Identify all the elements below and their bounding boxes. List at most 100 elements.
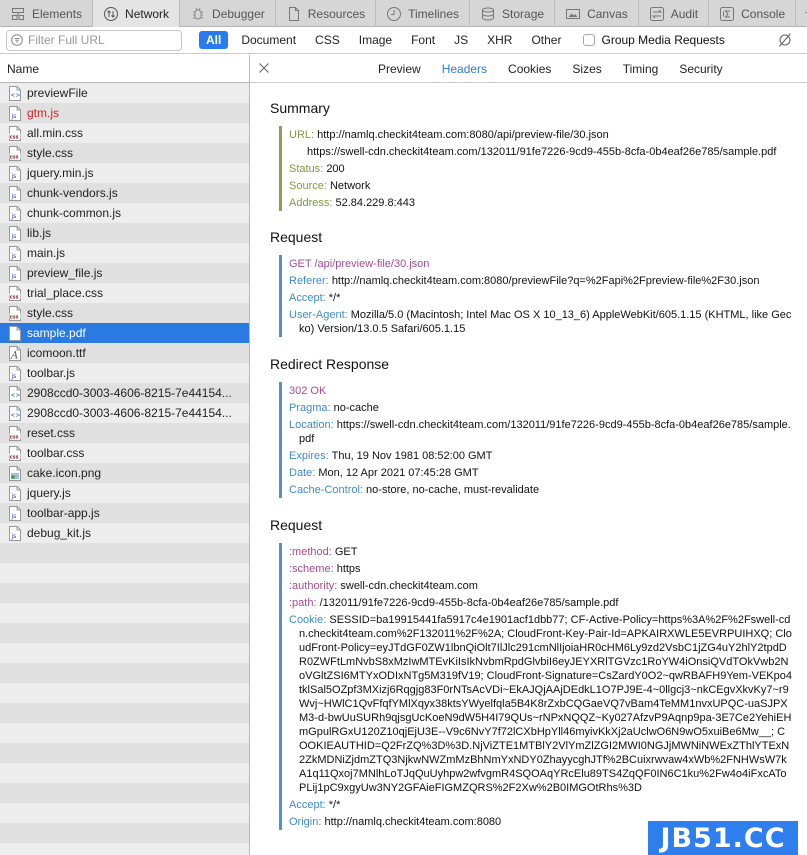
svg-text:css: css xyxy=(10,314,19,320)
svg-text:js: js xyxy=(11,273,17,280)
header-value[interactable]: http://namlq.checkit4team.com:8080/previ… xyxy=(332,275,760,287)
tab-headers[interactable]: Headers xyxy=(442,62,487,76)
tab-sizes[interactable]: Sizes xyxy=(572,62,601,76)
js-file-icon: js xyxy=(9,505,21,521)
tab-network[interactable]: Network xyxy=(93,0,181,27)
filter-type-font[interactable]: Font xyxy=(411,31,435,49)
header-value[interactable]: */* xyxy=(329,799,341,811)
group-media-checkbox[interactable] xyxy=(583,34,596,46)
tab-security[interactable]: Security xyxy=(679,62,722,76)
header-value[interactable]: GET xyxy=(335,546,358,558)
request-row[interactable]: css all.min.css xyxy=(0,123,249,143)
tab-label: Audit xyxy=(670,6,699,21)
request-row[interactable]: css toolbar.css xyxy=(0,443,249,463)
header-value[interactable]: http://namlq.checkit4team.com:8080 xyxy=(324,816,501,828)
filter-url-input[interactable] xyxy=(28,33,178,47)
request-row[interactable]: css reset.css xyxy=(0,423,249,443)
filter-type-xhr[interactable]: XHR xyxy=(487,31,512,49)
header-value[interactable]: Thu, 19 Nov 1981 08:52:00 GMT xyxy=(332,450,493,462)
summary-redirect-url[interactable]: https://swell-cdn.checkit4team.com/13201… xyxy=(289,143,793,160)
request-row[interactable]: cake.icon.png xyxy=(0,463,249,483)
request-row[interactable]: js jquery.js xyxy=(0,483,249,503)
tab-cookies[interactable]: Cookies xyxy=(508,62,551,76)
header-value[interactable]: swell-cdn.checkit4team.com xyxy=(340,580,478,592)
header-value[interactable]: Mozilla/5.0 (Macintosh; Intel Mac OS X 1… xyxy=(299,309,791,335)
clear-log-icon[interactable] xyxy=(777,32,793,48)
header-value[interactable]: Mon, 12 Apr 2021 07:45:28 GMT xyxy=(318,467,478,479)
tab-timing[interactable]: Timing xyxy=(623,62,659,76)
request-row[interactable]: <> previewFile xyxy=(0,83,249,103)
header-value[interactable]: no-cache xyxy=(334,402,379,414)
name-column-header[interactable]: Name xyxy=(0,55,249,83)
devtools-tab-bar: Elements Network Debugger Resources Time… xyxy=(0,0,807,27)
close-icon[interactable] xyxy=(258,62,270,74)
elements-icon xyxy=(10,6,26,22)
request-name: sample.pdf xyxy=(27,326,86,340)
url-value[interactable]: http://namlq.checkit4team.com:8080/api/p… xyxy=(317,129,609,141)
request-row[interactable]: js gtm.js xyxy=(0,103,249,123)
request-row[interactable]: css style.css xyxy=(0,143,249,163)
request-name: lib.js xyxy=(27,226,52,240)
header-value[interactable]: https xyxy=(337,563,361,575)
empty-row xyxy=(0,663,249,683)
tab-preview[interactable]: Preview xyxy=(378,62,421,76)
header-value[interactable]: https://swell-cdn.checkit4team.com/13201… xyxy=(299,419,791,445)
request-row[interactable]: js chunk-vendors.js xyxy=(0,183,249,203)
request-name: toolbar.css xyxy=(27,446,85,460)
tab-resources[interactable]: Resources xyxy=(276,0,377,27)
tab-canvas[interactable]: Canvas xyxy=(555,0,639,27)
request-row[interactable]: js toolbar.js xyxy=(0,363,249,383)
request-row[interactable]: css trial_place.css xyxy=(0,283,249,303)
filter-type-all[interactable]: All xyxy=(199,31,229,49)
request-name: chunk-vendors.js xyxy=(27,186,118,200)
request-row[interactable]: js jquery.min.js xyxy=(0,163,249,183)
summary-address: Address: 52.84.229.8:443 xyxy=(289,194,793,211)
group-media-toggle[interactable]: Group Media Requests xyxy=(583,33,725,47)
tab-label: Resources xyxy=(307,6,366,21)
filter-type-other[interactable]: Other xyxy=(531,31,561,49)
filter-type-js[interactable]: JS xyxy=(454,31,468,49)
js-file-icon: js xyxy=(9,485,21,501)
header-value[interactable]: SESSID=ba19915441fa5917c4e1901acf1dbb77;… xyxy=(299,614,792,794)
empty-row xyxy=(0,723,249,743)
svg-text:js: js xyxy=(11,213,17,220)
redirect-response-block: 302 OK Pragma: no-cache Location: https:/… xyxy=(279,382,793,498)
header-value[interactable]: /132011/91fe7226-9cd9-455b-8cfa-0b4eaf26… xyxy=(320,597,619,609)
tab-audit[interactable]: Audit xyxy=(639,0,710,27)
header-name: :authority: xyxy=(289,579,338,592)
request-row[interactable]: js toolbar-app.js xyxy=(0,503,249,523)
request-row[interactable]: <> 2908ccd0-3003-4606-8215-7e44154... xyxy=(0,383,249,403)
header-name: Pragma: xyxy=(289,401,331,414)
header-value[interactable]: no-store, no-cache, must-revalidate xyxy=(366,484,539,496)
empty-row xyxy=(0,743,249,763)
tab-elements[interactable]: Elements xyxy=(0,0,94,27)
network-filter-bar: All Document CSS Image Font JS XHR Other… xyxy=(0,27,807,54)
request-row[interactable]: js debug_kit.js xyxy=(0,523,249,543)
empty-row xyxy=(0,543,249,563)
filter-type-css[interactable]: CSS xyxy=(315,31,340,49)
tab-storage[interactable]: Storage xyxy=(470,0,556,27)
request-row[interactable]: js preview_file.js xyxy=(0,263,249,283)
js-file-icon: js xyxy=(9,225,21,241)
filter-type-document[interactable]: Document xyxy=(241,31,296,49)
filter-url-field[interactable] xyxy=(6,29,182,51)
header-line: :method: GET xyxy=(289,543,793,560)
add-tab-button[interactable]: + xyxy=(796,0,807,27)
header-value[interactable]: */* xyxy=(329,292,341,304)
request-row[interactable]: js main.js xyxy=(0,243,249,263)
request-row[interactable]: js lib.js xyxy=(0,223,249,243)
request-row[interactable]: sample.pdf xyxy=(0,323,249,343)
css-file-icon: css xyxy=(9,145,21,161)
header-name: :scheme: xyxy=(289,562,334,575)
request-name: icomoon.ttf xyxy=(27,346,86,360)
header-name: User-Agent: xyxy=(289,308,348,321)
filter-type-image[interactable]: Image xyxy=(359,31,392,49)
tab-console[interactable]: Console xyxy=(709,0,797,27)
request-row[interactable]: <> 2908ccd0-3003-4606-8215-7e44154... xyxy=(0,403,249,423)
request-row[interactable]: js chunk-common.js xyxy=(0,203,249,223)
request-row[interactable]: Aicomoon.ttf xyxy=(0,343,249,363)
tab-label: Storage xyxy=(502,6,545,21)
tab-debugger[interactable]: Debugger xyxy=(180,0,276,27)
tab-timelines[interactable]: Timelines xyxy=(376,0,471,27)
request-row[interactable]: css style.css xyxy=(0,303,249,323)
